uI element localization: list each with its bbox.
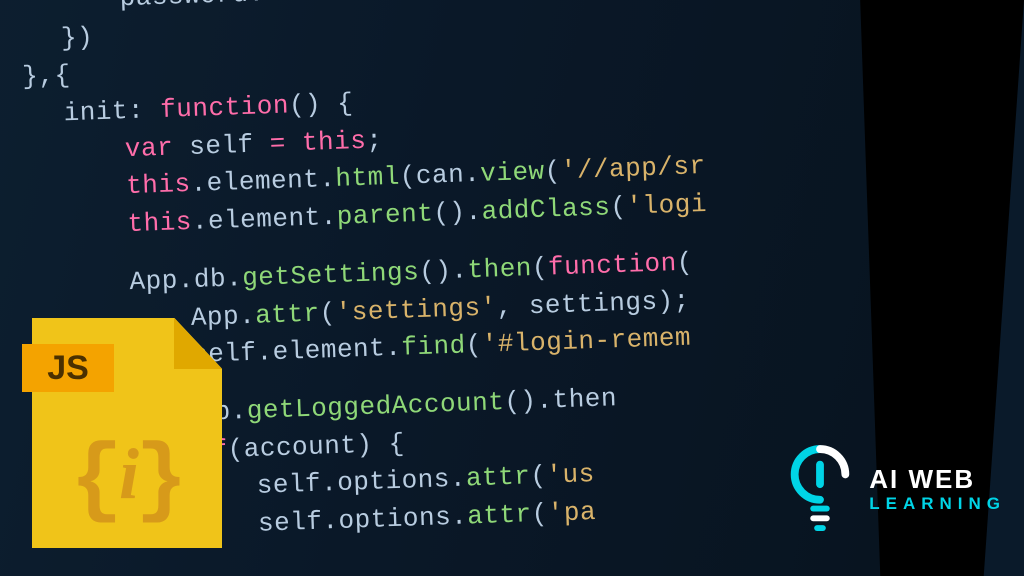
code-token: this [127,207,192,239]
ai-web-learning-logo: AI WEB LEARNING [781,436,1006,546]
code-token: (). [433,197,482,229]
code-token: = [269,128,286,159]
code-token: parent [336,199,434,232]
code-token: .element. [191,202,337,237]
code-token: '//app/sr [560,151,706,186]
code-token: attr [255,298,320,330]
code-token: (can. [399,159,481,192]
code-token: ( [465,330,482,361]
code-token: addClass [481,192,611,226]
code-token: find [401,331,466,363]
code-token: (account) { [227,428,405,464]
code-token: 'logi [626,189,708,222]
code-token: ( [676,247,693,278]
brace-i: i [119,438,135,510]
code-token: password: [119,0,265,13]
logo-line1: AI WEB [869,466,1006,492]
code-token: App.db. [129,263,243,297]
code-token: ( [531,252,548,283]
js-label-box: JS [22,344,114,392]
brace-close: } [135,432,184,531]
code-token: 'us [546,459,595,491]
code-token: getSettings [242,257,420,293]
code-token: ( [610,192,627,223]
code-token: ( [319,297,336,328]
javascript-file-icon: JS {i} [32,318,222,548]
code-token: , settings); [496,285,690,322]
code-token: view [480,157,545,189]
code-token: : [127,95,160,126]
code-token: }) [60,22,93,53]
code-token: '' [264,0,313,8]
code-token: attr [467,499,532,531]
code-token: '#login-remem [481,323,691,360]
code-token: getLoggedAccount [246,387,505,426]
code-token: 'settings' [335,292,497,328]
code-token: attr [465,462,530,494]
lightbulb-icon [781,436,859,546]
code-token: ().then [504,383,618,417]
code-token: ( [530,461,547,492]
code-token: var [124,132,173,164]
code-token: ; [366,125,383,156]
code-token: init [63,96,128,128]
brace-open: { [70,432,119,531]
code-token: self [173,129,271,162]
code-token: this [301,126,366,158]
code-token: this [126,169,191,201]
code-token [285,128,302,159]
code-token: (). [419,255,468,287]
code-token: self.element. [192,333,402,370]
code-token: .element. [190,164,336,199]
code-token: 'pa [547,497,596,529]
js-label-text: JS [47,349,89,388]
logo-text: AI WEB LEARNING [869,466,1006,516]
code-token: then [467,253,532,285]
code-token: () { [288,88,353,120]
code-token: function [160,91,290,125]
code-token: ( [544,156,561,187]
logo-line2: LEARNING [869,492,1006,516]
code-token: self.options. [258,501,468,538]
js-braces-symbol: {i} [32,438,222,526]
code-token: self.options. [256,464,466,501]
code-token: function [547,248,677,282]
code-token: },{ [22,60,71,92]
code-token: html [335,162,400,194]
code-token: ( [531,499,548,530]
